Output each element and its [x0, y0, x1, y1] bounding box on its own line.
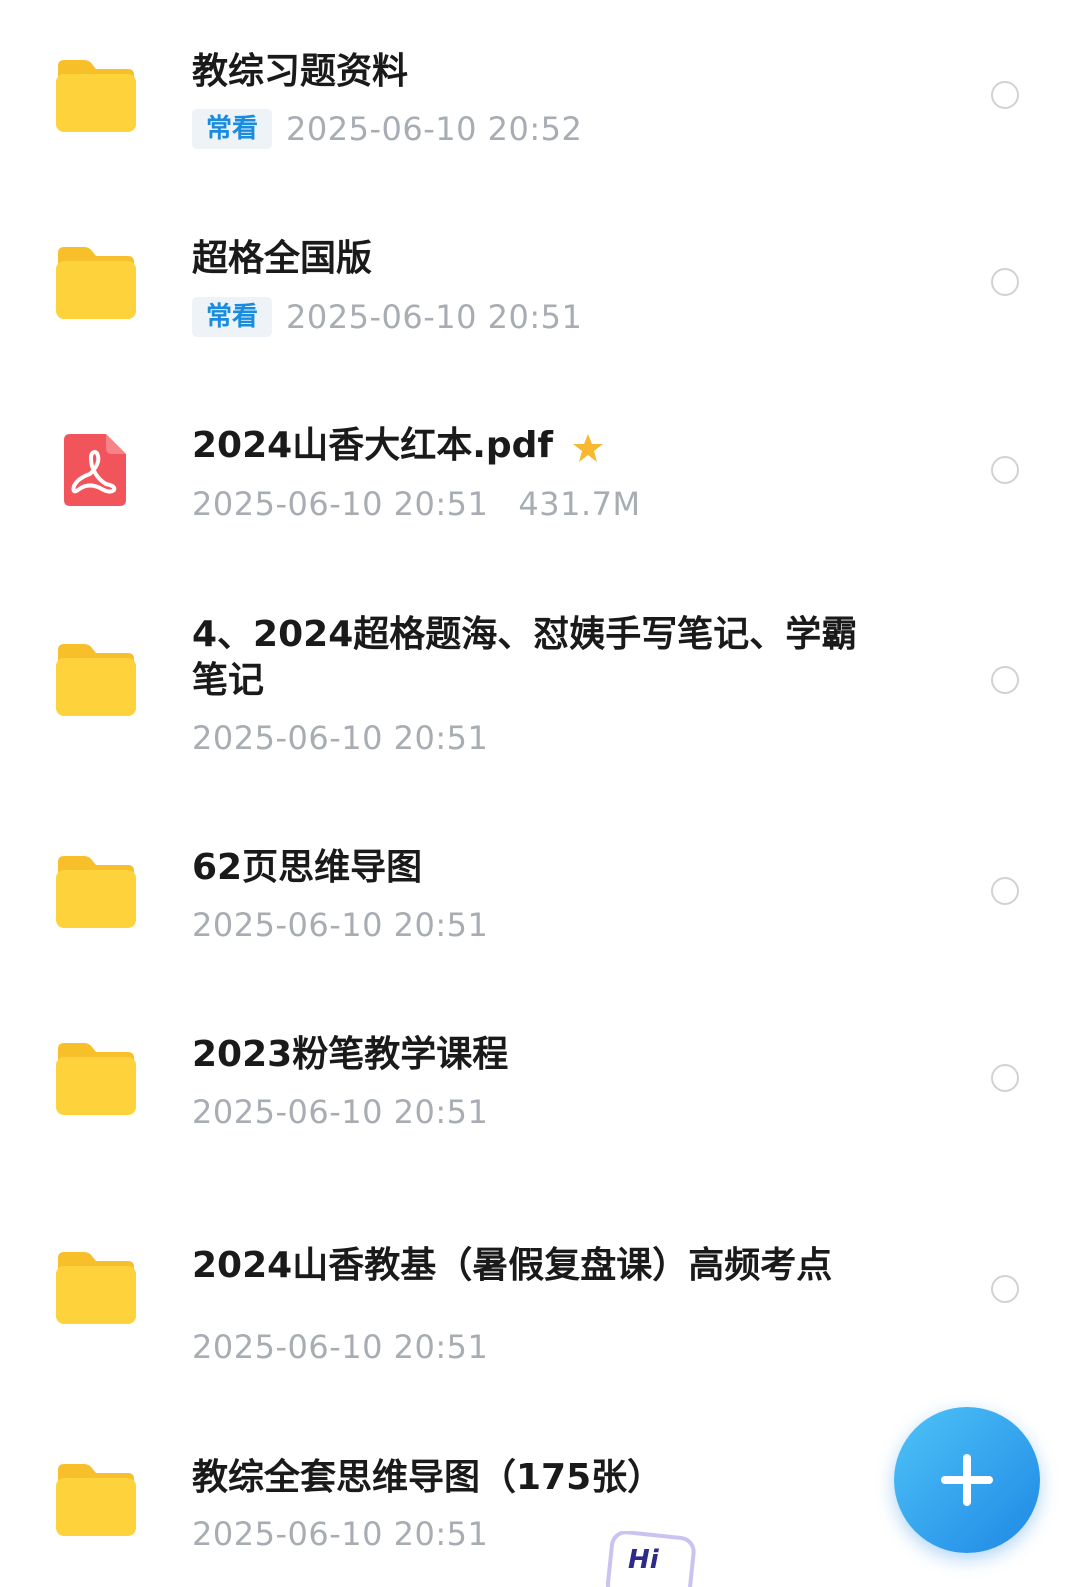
- add-button[interactable]: [894, 1407, 1040, 1553]
- file-date: 2025-06-10 20:51: [192, 719, 489, 757]
- file-name-text: 2024山香大红本.pdf: [192, 425, 554, 466]
- file-date: 2025-06-10 20:52: [286, 110, 583, 148]
- folder-icon: [54, 245, 138, 321]
- folder-icon: [54, 58, 138, 134]
- file-item[interactable]: 教综习题资料 常看 2025-06-10 20:52: [0, 0, 1080, 190]
- file-meta: 2025-06-10 20:51: [192, 1513, 488, 1555]
- assistant-sticker[interactable]: Hi: [606, 1531, 696, 1587]
- file-item[interactable]: 62页思维导图 2025-06-10 20:51: [0, 810, 1080, 1000]
- file-date: 2025-06-10 20:51: [192, 1093, 489, 1131]
- file-date: 2025-06-10 20:51: [192, 1328, 489, 1366]
- file-name: 超格全国版: [192, 238, 373, 279]
- folder-icon: [54, 854, 138, 930]
- file-name: 2024山香教基（暑假复盘课）高频考点: [192, 1245, 833, 1286]
- select-radio[interactable]: [991, 268, 1019, 296]
- file-list: 教综习题资料 常看 2025-06-10 20:52 超格全国版 常看 2025…: [0, 0, 1080, 1587]
- file-meta: 2025-06-10 20:51: [192, 1091, 488, 1133]
- file-name: 教综习题资料: [192, 51, 409, 92]
- file-name: 教综全套思维导图（175张）: [192, 1457, 664, 1498]
- select-radio[interactable]: [991, 877, 1019, 905]
- frequent-badge: 常看: [192, 297, 273, 337]
- file-size: 431.7M: [518, 485, 641, 523]
- file-meta: 常看 2025-06-10 20:51: [192, 296, 582, 338]
- file-date: 2025-06-10 20:51: [286, 298, 583, 336]
- file-item[interactable]: 2023粉笔教学课程 2025-06-10 20:51: [0, 1000, 1080, 1190]
- folder-icon: [54, 642, 138, 718]
- file-name: 62页思维导图: [192, 847, 423, 888]
- file-meta: 2025-06-10 20:51: [192, 904, 488, 946]
- star-icon: [573, 434, 603, 462]
- select-radio[interactable]: [991, 456, 1019, 484]
- file-meta: 2025-06-10 20:51: [192, 717, 488, 759]
- file-meta: 2025-06-10 20:51 431.7M: [192, 483, 641, 525]
- file-name: 2023粉笔教学课程: [192, 1034, 509, 1075]
- folder-icon: [54, 1250, 138, 1326]
- file-item[interactable]: 2024山香大红本.pdf 2025-06-10 20:51 431.7M: [0, 380, 1080, 580]
- select-radio[interactable]: [991, 81, 1019, 109]
- file-date: 2025-06-10 20:51: [192, 906, 489, 944]
- plus-icon: [941, 1454, 993, 1506]
- select-radio[interactable]: [991, 1275, 1019, 1303]
- file-item[interactable]: 4、2024超格题海、怼姨手写笔记、学霸笔记 2025-06-10 20:51: [0, 580, 1080, 810]
- file-item[interactable]: 2024山香教基（暑假复盘课）高频考点 2025-06-10 20:51: [0, 1190, 1080, 1410]
- file-date: 2025-06-10 20:51: [192, 1515, 489, 1553]
- file-name: 2024山香大红本.pdf: [192, 423, 553, 469]
- file-name: 4、2024超格题海、怼姨手写笔记、学霸笔记: [192, 614, 858, 701]
- folder-icon: [54, 1462, 138, 1538]
- file-date: 2025-06-10 20:51: [192, 485, 489, 523]
- pdf-icon: [62, 432, 128, 508]
- frequent-badge: 常看: [192, 109, 273, 149]
- sticker-text: Hi: [628, 1545, 659, 1575]
- select-radio[interactable]: [991, 1064, 1019, 1092]
- file-meta: 常看 2025-06-10 20:52: [192, 108, 582, 150]
- select-radio[interactable]: [991, 666, 1019, 694]
- file-meta: 2025-06-10 20:51: [192, 1326, 488, 1368]
- folder-icon: [54, 1041, 138, 1117]
- file-item[interactable]: 超格全国版 常看 2025-06-10 20:51: [0, 190, 1080, 380]
